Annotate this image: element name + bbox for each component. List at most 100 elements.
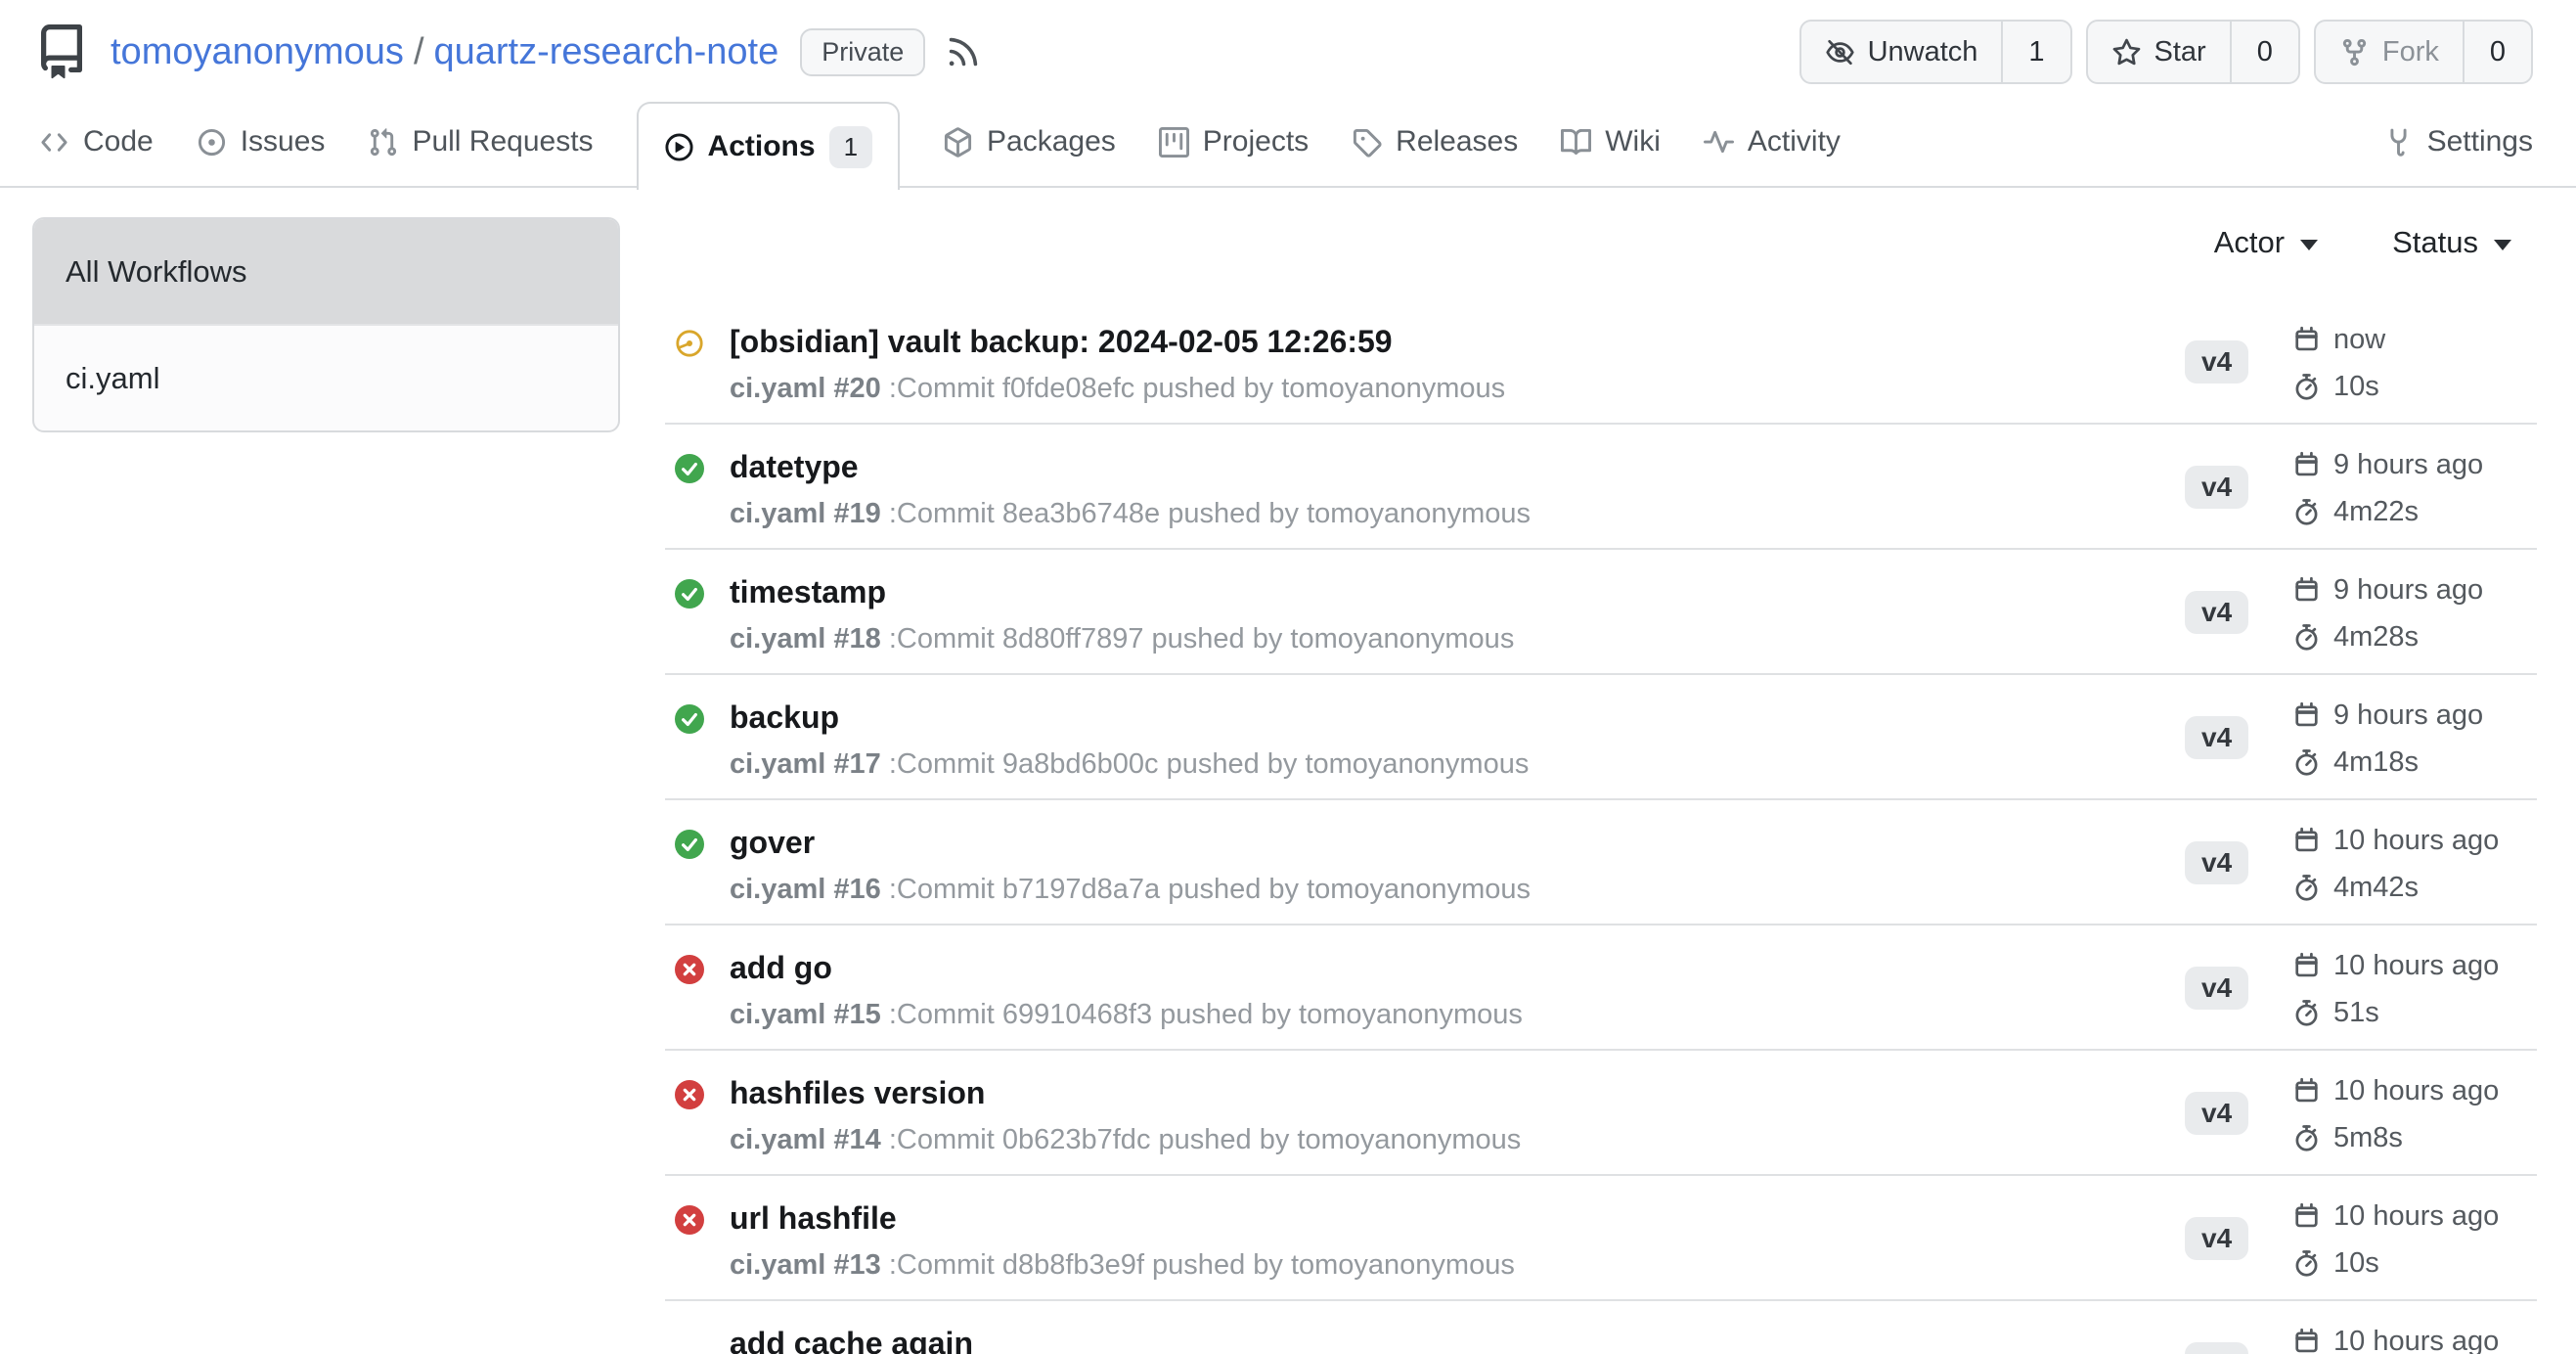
run-duration: 10s: [2333, 370, 2379, 403]
repo-owner-link[interactable]: tomoyanonymous: [111, 31, 404, 73]
run-duration: 10s: [2333, 1246, 2379, 1280]
run-subtitle: ci.yaml #17 :Commit 9a8bd6b00c pushed by…: [730, 747, 2157, 781]
run-title-link[interactable]: backup: [730, 699, 2157, 736]
run-title-link[interactable]: gover: [730, 824, 2157, 861]
status-success-icon: [675, 454, 704, 483]
run-title-link[interactable]: [obsidian] vault backup: 2024-02-05 12:2…: [730, 323, 2157, 360]
run-title-link[interactable]: timestamp: [730, 573, 2157, 610]
visibility-badge: Private: [800, 28, 925, 76]
status-filter-dropdown[interactable]: Status: [2392, 225, 2511, 260]
run-title-link[interactable]: url hashfile: [730, 1199, 2157, 1237]
fork-icon: [2339, 37, 2370, 68]
workflow-run-row: backup ci.yaml #17 :Commit 9a8bd6b00c pu…: [665, 675, 2537, 800]
runner-version-badge: v4: [2185, 967, 2248, 1010]
runner-version-badge: v4: [2185, 340, 2248, 384]
calendar-icon: [2292, 451, 2321, 479]
project-icon: [1159, 127, 1189, 158]
workflow-run-row: add cache again v4 10 hours ago: [665, 1301, 2537, 1354]
tab-actions-label: Actions: [708, 130, 816, 163]
repo-tab-nav: Code Issues Pull Requests Actions 1 Pack…: [0, 98, 2576, 188]
run-commit-info: :Commit 69910468f3 pushed by tomoyanonym…: [881, 999, 1523, 1030]
run-duration: 51s: [2333, 996, 2379, 1029]
run-duration: 4m42s: [2333, 871, 2419, 904]
star-icon: [2111, 37, 2142, 68]
sidebar-item-all-workflows[interactable]: All Workflows: [34, 219, 618, 326]
runner-version-badge: v4: [2185, 716, 2248, 759]
runner-version-badge: v4: [2185, 1092, 2248, 1135]
tab-code-label: Code: [83, 125, 154, 158]
unwatch-label: Unwatch: [1868, 36, 1978, 68]
run-title-link[interactable]: hashfiles version: [730, 1074, 2157, 1111]
run-date: 10 hours ago: [2333, 949, 2499, 982]
status-failure-icon: [675, 1080, 704, 1109]
stopwatch-icon: [2292, 498, 2321, 526]
run-workflow-number: ci.yaml #13: [730, 1249, 881, 1281]
workflow-run-row: url hashfile ci.yaml #13 :Commit d8b8fb3…: [665, 1176, 2537, 1301]
run-date: 9 hours ago: [2333, 573, 2483, 607]
tag-icon: [1352, 127, 1382, 158]
tab-packages[interactable]: Packages: [943, 98, 1116, 186]
run-duration: 4m18s: [2333, 745, 2419, 779]
repo-name-link[interactable]: quartz-research-note: [434, 31, 779, 73]
status-success-icon: [675, 830, 704, 859]
run-title-link[interactable]: datetype: [730, 448, 2157, 485]
calendar-icon: [2292, 1202, 2321, 1231]
tab-wiki-label: Wiki: [1605, 125, 1661, 158]
run-commit-info: :Commit f0fde08efc pushed by tomoyanonym…: [881, 373, 1505, 404]
run-commit-info: :Commit 8ea3b6748e pushed by tomoyanonym…: [881, 498, 1531, 529]
stopwatch-icon: [2292, 999, 2321, 1027]
feed-icon[interactable]: [945, 33, 982, 70]
tab-projects[interactable]: Projects: [1159, 98, 1309, 186]
book-icon: [1561, 127, 1591, 158]
calendar-icon: [2292, 827, 2321, 855]
fork-count[interactable]: 0: [2463, 22, 2531, 82]
actions-content: All Workflows ci.yaml Actor Status [obs: [0, 188, 2576, 1354]
code-icon: [39, 127, 69, 158]
fork-button[interactable]: Fork: [2316, 22, 2463, 82]
calendar-icon: [2292, 701, 2321, 730]
run-title-link[interactable]: add cache again: [730, 1325, 2157, 1354]
chevron-down-icon: [2300, 240, 2318, 250]
run-title-link[interactable]: add go: [730, 949, 2157, 986]
workflow-run-row: [obsidian] vault backup: 2024-02-05 12:2…: [665, 299, 2537, 425]
chevron-down-icon: [2494, 240, 2511, 250]
run-subtitle: ci.yaml #15 :Commit 69910468f3 pushed by…: [730, 998, 2157, 1031]
run-workflow-number: ci.yaml #16: [730, 874, 881, 905]
tab-issues-label: Issues: [241, 125, 326, 158]
stopwatch-icon: [2292, 1124, 2321, 1152]
tab-activity[interactable]: Activity: [1704, 98, 1841, 186]
status-success-icon: [675, 579, 704, 609]
watch-count[interactable]: 1: [2001, 22, 2069, 82]
runner-version-badge: v4: [2185, 841, 2248, 884]
run-date: now: [2333, 323, 2385, 356]
pull-request-icon: [368, 127, 398, 158]
run-subtitle: ci.yaml #16 :Commit b7197d8a7a pushed by…: [730, 873, 2157, 906]
workflow-run-row: timestamp ci.yaml #18 :Commit 8d80ff7897…: [665, 550, 2537, 675]
stopwatch-icon: [2292, 748, 2321, 777]
actor-filter-dropdown[interactable]: Actor: [2214, 225, 2318, 260]
tab-releases[interactable]: Releases: [1352, 98, 1518, 186]
tab-issues[interactable]: Issues: [197, 98, 326, 186]
sidebar-item-ci-yaml[interactable]: ci.yaml: [34, 326, 618, 430]
tab-settings[interactable]: Settings: [2383, 98, 2533, 186]
status-success-icon: [675, 704, 704, 734]
issue-opened-icon: [197, 127, 227, 158]
tab-pull-requests[interactable]: Pull Requests: [368, 98, 593, 186]
workflows-sidebar: All Workflows ci.yaml: [32, 217, 620, 432]
tab-projects-label: Projects: [1203, 125, 1309, 158]
play-circle-icon: [664, 132, 694, 162]
unwatch-button[interactable]: Unwatch: [1801, 22, 2002, 82]
eye-slash-icon: [1825, 37, 1855, 68]
star-count[interactable]: 0: [2230, 22, 2298, 82]
run-duration: 4m28s: [2333, 620, 2419, 654]
fork-label: Fork: [2382, 36, 2439, 68]
calendar-icon: [2292, 1328, 2321, 1354]
run-subtitle: ci.yaml #13 :Commit d8b8fb3e9f pushed by…: [730, 1248, 2157, 1282]
tab-wiki[interactable]: Wiki: [1561, 98, 1661, 186]
workflow-run-row: hashfiles version ci.yaml #14 :Commit 0b…: [665, 1051, 2537, 1176]
tab-releases-label: Releases: [1396, 125, 1518, 158]
star-button[interactable]: Star: [2088, 22, 2230, 82]
tab-actions[interactable]: Actions 1: [637, 102, 900, 190]
tab-code[interactable]: Code: [39, 98, 154, 186]
runner-version-badge: v4: [2185, 591, 2248, 634]
